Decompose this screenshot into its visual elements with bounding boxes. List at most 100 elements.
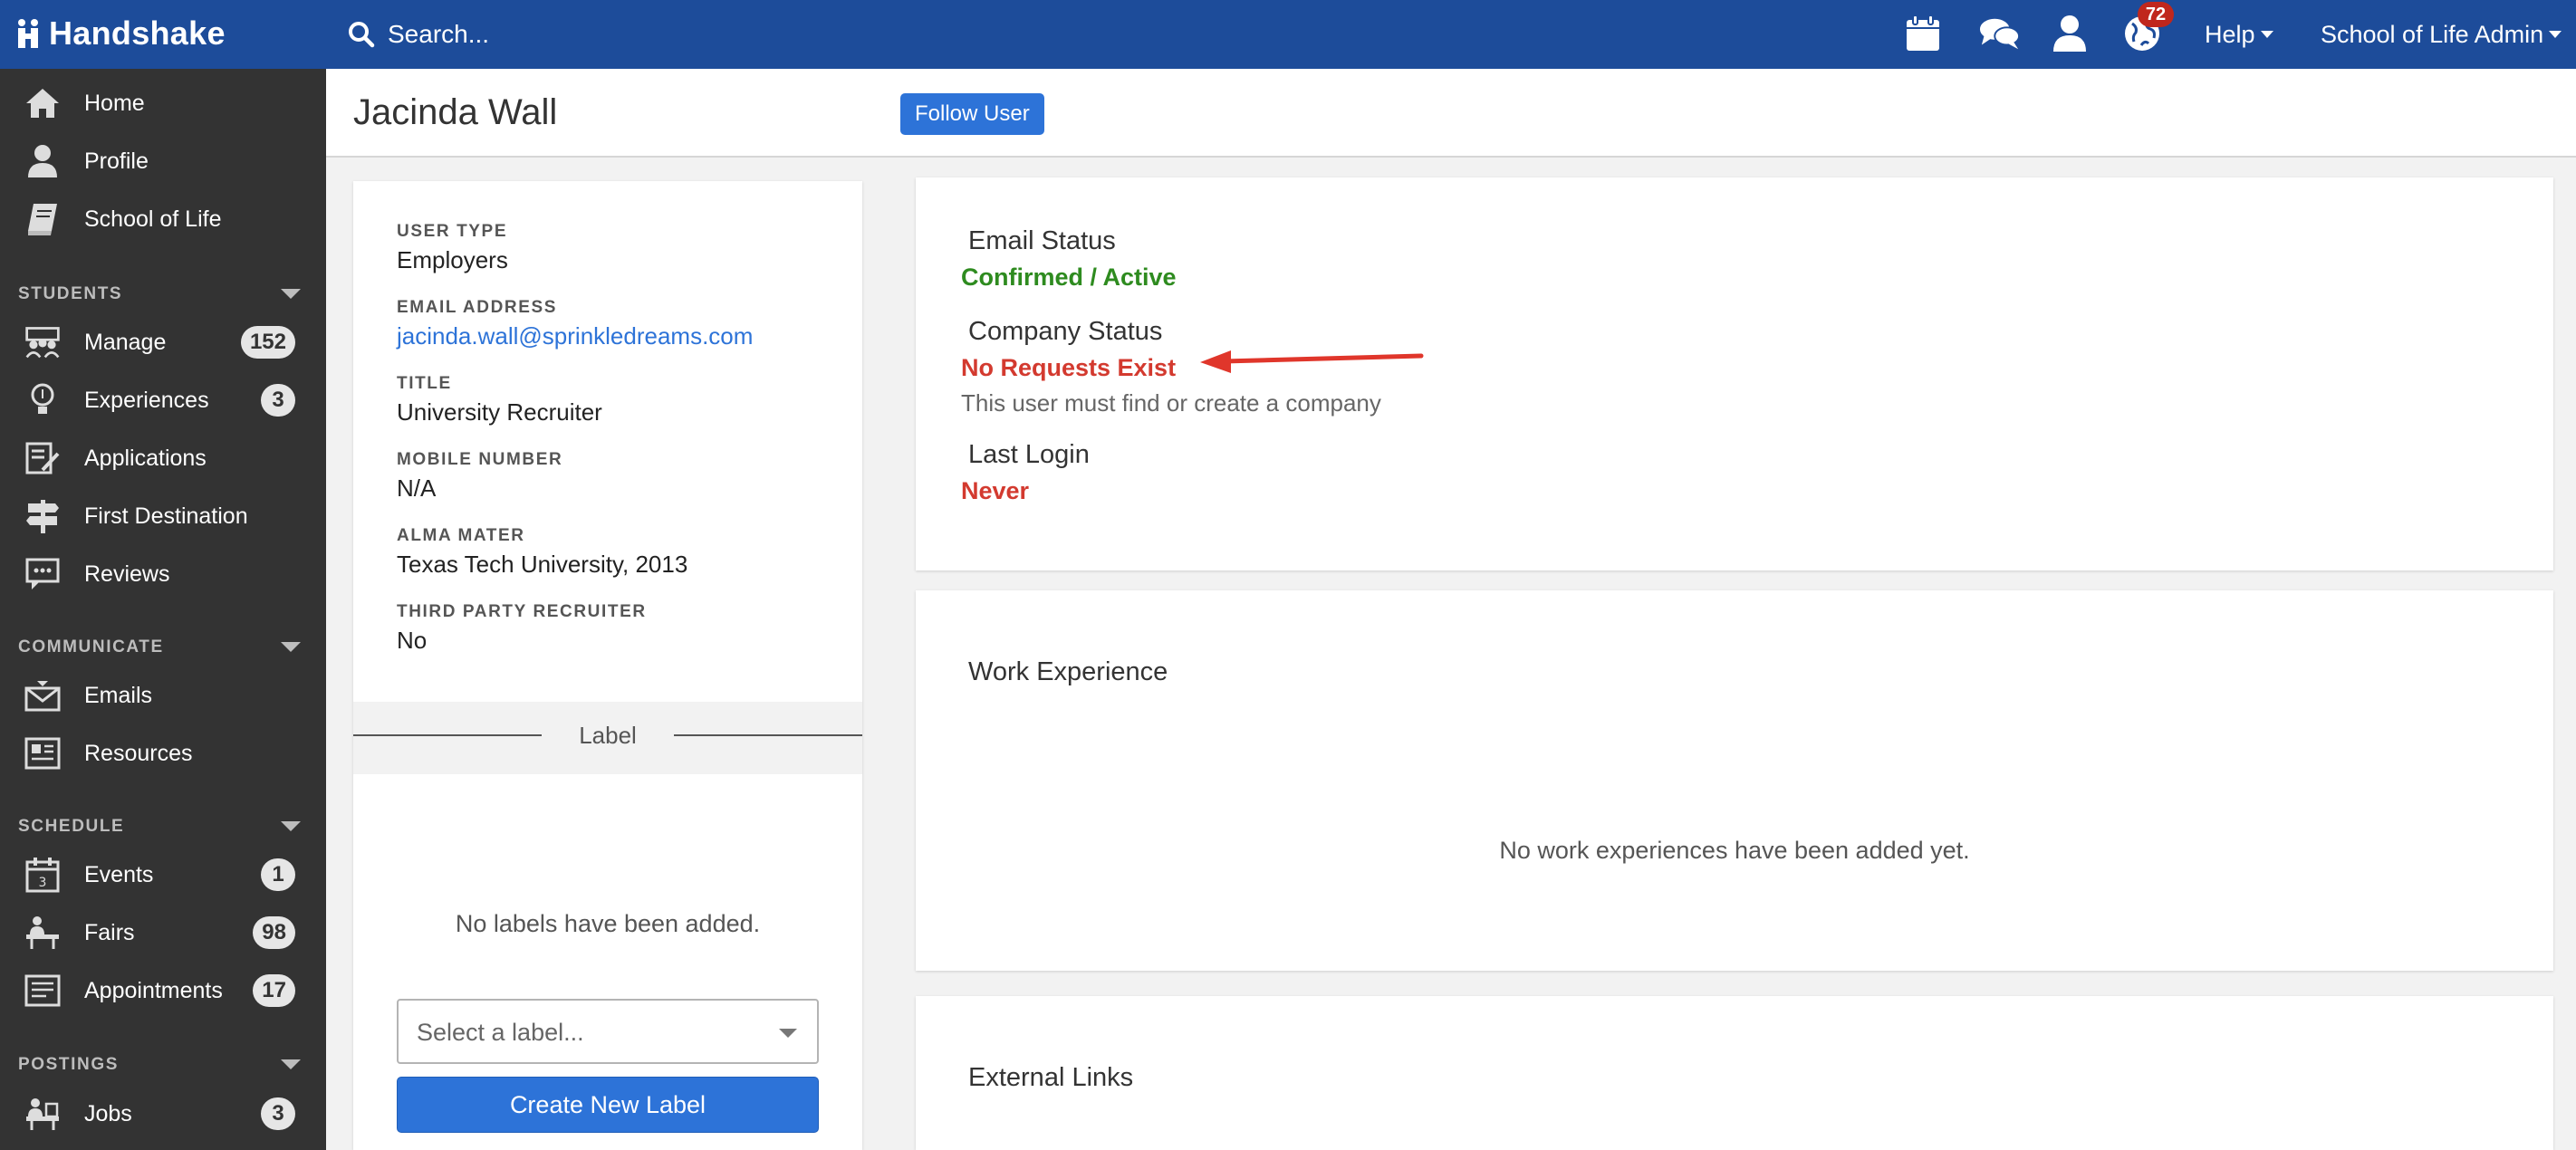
page-title: Jacinda Wall — [353, 92, 558, 132]
sidebar-item-first-destination[interactable]: First Destination — [0, 489, 326, 543]
email-status-title: Email Status — [968, 226, 1116, 255]
sidebar-item-reviews[interactable]: Reviews — [0, 547, 326, 601]
students-manage-icon — [24, 324, 62, 360]
labels-section-header: Label — [353, 702, 862, 774]
user-profile-card: USER TYPE Employers EMAIL ADDRESS jacind… — [353, 181, 862, 1150]
third-party-recruiter-value: No — [397, 627, 428, 654]
sidebar-item-emails[interactable]: Emails — [0, 668, 326, 723]
work-experience-empty-message: No work experiences have been added yet. — [1499, 837, 1970, 864]
last-login-title: Last Login — [968, 440, 1090, 469]
alma-mater-value: Texas Tech University, 2013 — [397, 551, 688, 578]
sidebar-item-fairs[interactable]: Fairs 98 — [0, 906, 326, 960]
sidebar-item-label: Applications — [84, 445, 207, 471]
sidebar-item-manage[interactable]: Manage 152 — [0, 315, 326, 369]
signpost-icon — [24, 498, 62, 534]
handshake-logo-mark — [18, 19, 38, 48]
user-type-value: Employers — [397, 246, 508, 273]
account-menu[interactable]: School of Life Admin — [2321, 16, 2562, 53]
section-title: COMMUNICATE — [18, 637, 164, 656]
chat-icon[interactable] — [1979, 13, 2021, 54]
svg-text:3: 3 — [39, 876, 47, 890]
chevron-down-icon — [2260, 31, 2273, 38]
sidebar-item-applications[interactable]: Applications — [0, 431, 326, 485]
fairs-icon — [24, 915, 62, 951]
email-address-link[interactable]: jacinda.wall@sprinkledreams.com — [397, 322, 753, 350]
email-address-label: EMAIL ADDRESS — [397, 298, 558, 317]
sidebar-section-schedule[interactable]: SCHEDULE — [0, 811, 326, 839]
brand-name: Handshake — [49, 14, 226, 52]
select-label-placeholder: Select a label... — [417, 1019, 584, 1046]
annotation-arrow-icon — [1200, 350, 1424, 373]
count-badge: 98 — [253, 916, 295, 949]
sidebar-item-label: Home — [84, 90, 145, 116]
sidebar-item-jobs[interactable]: Jobs 3 — [0, 1087, 326, 1141]
external-links-title: External Links — [968, 1063, 1134, 1092]
count-badge: 3 — [261, 1097, 295, 1130]
user-icon[interactable] — [2049, 13, 2091, 54]
sidebar-item-school-of-life[interactable]: School of Life — [0, 192, 326, 246]
account-label: School of Life Admin — [2321, 20, 2544, 48]
lightbulb-icon — [24, 382, 62, 418]
sidebar-section-students[interactable]: STUDENTS — [0, 279, 326, 306]
email-status-value: Confirmed / Active — [961, 264, 1177, 291]
jobs-icon — [24, 1096, 62, 1132]
work-experience-card: Work Experience No work experiences have… — [916, 590, 2553, 971]
search-icon — [349, 22, 375, 48]
global-search[interactable] — [348, 11, 1163, 58]
last-login-value: Never — [961, 477, 1030, 504]
reviews-icon — [24, 556, 62, 592]
sidebar-item-home[interactable]: Home — [0, 76, 326, 130]
collapse-caret-icon[interactable] — [281, 821, 301, 831]
chevron-down-icon — [2549, 31, 2562, 38]
help-menu[interactable]: Help — [2205, 16, 2273, 53]
sidebar-item-appointments[interactable]: Appointments 17 — [0, 963, 326, 1018]
applications-icon — [24, 440, 62, 476]
company-status-title: Company Status — [968, 317, 1163, 346]
section-title: SCHEDULE — [18, 817, 125, 836]
search-input[interactable] — [388, 20, 1112, 49]
sidebar-item-label: Manage — [84, 329, 167, 355]
company-status-value: No Requests Exist — [961, 354, 1177, 381]
sidebar-item-events[interactable]: 3 Events 1 — [0, 848, 326, 902]
sidebar-item-experiences[interactable]: Experiences 3 — [0, 373, 326, 427]
company-status-note: This user must find or create a company — [961, 389, 1381, 417]
sidebar-item-label: Experiences — [84, 387, 209, 413]
chevron-down-icon — [779, 1029, 797, 1038]
sidebar-item-label: Jobs — [84, 1100, 132, 1126]
count-badge: 3 — [261, 384, 295, 417]
calendar-icon[interactable] — [1902, 13, 1944, 54]
collapse-caret-icon[interactable] — [281, 642, 301, 652]
follow-user-button[interactable]: Follow User — [900, 93, 1044, 135]
appointments-icon — [24, 973, 62, 1009]
collapse-caret-icon[interactable] — [281, 289, 301, 299]
page-header: Jacinda Wall Follow User — [326, 69, 2576, 158]
collapse-caret-icon[interactable] — [281, 1059, 301, 1069]
work-experience-title: Work Experience — [968, 657, 1168, 686]
external-links-card: External Links — [916, 996, 2553, 1150]
profile-icon — [24, 143, 62, 179]
title-label: TITLE — [397, 374, 452, 393]
labels-empty-message: No labels have been added. — [455, 910, 761, 937]
select-label-dropdown[interactable]: Select a label... — [397, 999, 819, 1064]
sidebar-item-label: Appointments — [84, 977, 223, 1003]
resources-icon — [24, 735, 62, 771]
email-icon — [24, 677, 62, 714]
account-status-card: Email Status Confirmed / Active Company … — [916, 177, 2553, 570]
user-type-label: USER TYPE — [397, 222, 508, 241]
sidebar-item-label: Events — [84, 861, 154, 887]
sidebar-item-resources[interactable]: Resources — [0, 726, 326, 781]
notification-count-badge[interactable]: 72 — [2138, 2, 2174, 27]
handshake-logo[interactable]: Handshake — [16, 11, 226, 56]
home-icon — [24, 85, 62, 121]
sidebar-item-profile[interactable]: Profile — [0, 134, 326, 188]
third-party-recruiter-label: THIRD PARTY RECRUITER — [397, 602, 647, 621]
help-label: Help — [2205, 20, 2255, 48]
sidebar-item-label: Emails — [84, 682, 153, 708]
divider — [674, 734, 862, 736]
events-calendar-icon: 3 — [24, 857, 62, 893]
sidebar-section-postings[interactable]: POSTINGS — [0, 1049, 326, 1077]
create-new-label-button[interactable]: Create New Label — [397, 1077, 819, 1133]
sidebar-item-label: First Destination — [84, 503, 248, 529]
sidebar-section-communicate[interactable]: COMMUNICATE — [0, 632, 326, 659]
sidebar-item-label: Fairs — [84, 919, 135, 945]
